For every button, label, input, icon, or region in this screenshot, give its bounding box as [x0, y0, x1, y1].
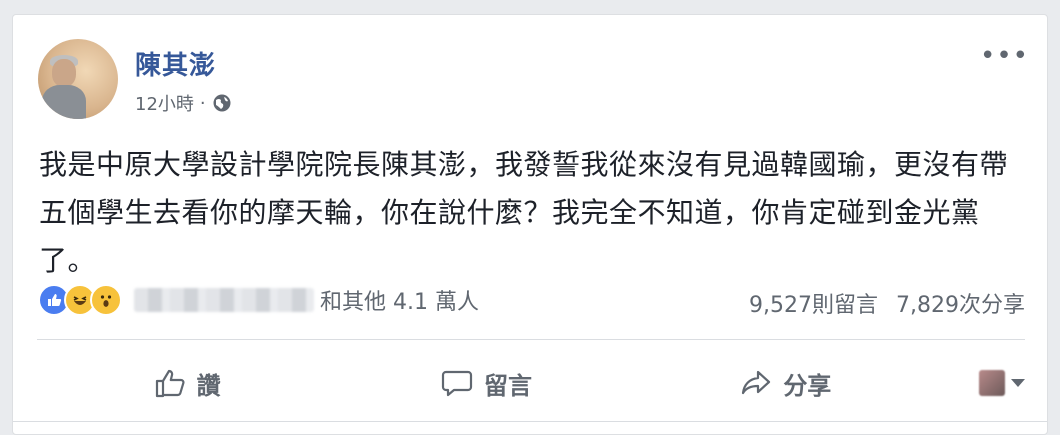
share-label: 分享 — [783, 371, 832, 400]
reactions-summary[interactable]: 和其他 4.1 萬人 — [38, 283, 479, 317]
post-as-selector[interactable] — [935, 370, 1025, 396]
post-meta: 12小時 · — [135, 91, 232, 115]
share-arrow-icon — [742, 370, 771, 395]
comment-button[interactable]: 留言 — [336, 366, 635, 401]
comment-count[interactable]: 9,527則留言 — [749, 287, 878, 319]
post-text: 我是中原大學設計學院院長陳其澎，我發誓我從來沒有見過韓國瑜，更沒有帶五個學生去看… — [39, 148, 1009, 277]
author-name[interactable]: 陳其澎 — [135, 45, 216, 82]
share-count[interactable]: 7,829次分享 — [896, 287, 1025, 319]
comment-icon — [441, 370, 473, 397]
share-button[interactable]: 分享 — [636, 366, 935, 401]
caret-down-icon — [1010, 379, 1025, 387]
meta-separator: · — [199, 92, 206, 114]
like-label: 讚 — [196, 371, 221, 400]
divider — [37, 339, 1025, 340]
author-avatar[interactable] — [38, 39, 118, 119]
profile-thumbnail — [978, 370, 1005, 396]
wow-icon — [90, 284, 122, 316]
thumbs-up-icon — [155, 369, 185, 398]
reaction-count[interactable]: 和其他 4.1 萬人 — [320, 284, 479, 316]
blurred-names — [134, 288, 314, 312]
like-button[interactable]: 讚 — [37, 366, 336, 401]
bottom-divider — [13, 421, 1047, 422]
post-card: 陳其澎 12小時 · ••• 我是中原大學設計學院院長陳其澎，我發誓我從來沒有見… — [12, 14, 1048, 435]
action-bar: 讚 留言 分享 — [37, 351, 1025, 415]
more-options-button[interactable]: ••• — [980, 43, 1029, 69]
comment-label: 留言 — [483, 371, 532, 400]
engagement-counts: 9,527則留言 7,829次分享 — [749, 287, 1025, 319]
post-timestamp[interactable]: 12小時 — [135, 90, 194, 116]
globe-icon[interactable] — [212, 93, 232, 113]
